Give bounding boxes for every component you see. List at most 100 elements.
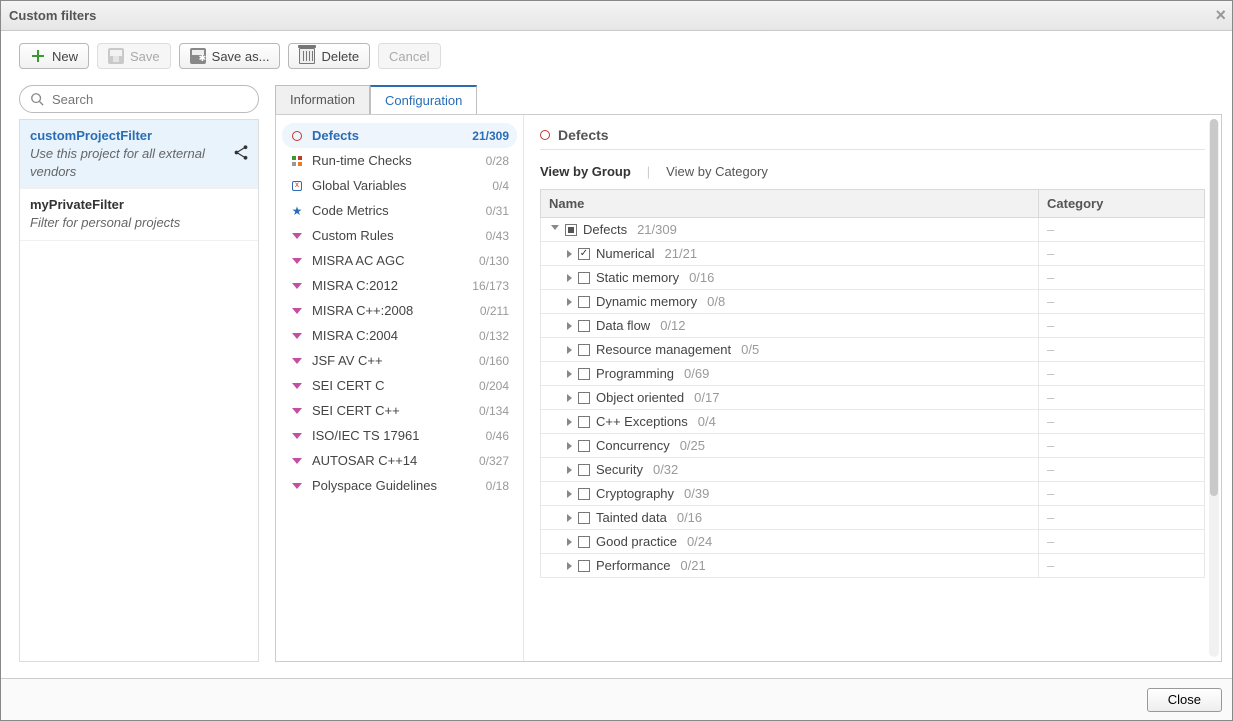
search-input[interactable] bbox=[50, 91, 248, 108]
filter-item-1[interactable]: myPrivateFilterFilter for personal proje… bbox=[20, 189, 258, 241]
tree-checkbox[interactable] bbox=[578, 296, 590, 308]
view-by-group[interactable]: View by Group bbox=[540, 164, 631, 179]
category-count: 0/46 bbox=[486, 429, 509, 443]
tree-row[interactable]: Cryptography 0/39 – bbox=[541, 482, 1205, 506]
close-button[interactable]: Close bbox=[1147, 688, 1222, 712]
footer: Close bbox=[1, 678, 1232, 720]
category-item-polyspace[interactable]: Polyspace Guidelines0/18 bbox=[282, 473, 517, 498]
tree-checkbox[interactable] bbox=[578, 416, 590, 428]
tree-toggle-icon[interactable] bbox=[567, 442, 572, 450]
tree-row[interactable]: Data flow 0/12 – bbox=[541, 314, 1205, 338]
tree-row-root[interactable]: Defects 21/309 – bbox=[541, 218, 1205, 242]
view-by-separator: | bbox=[647, 164, 650, 179]
tree-checkbox[interactable] bbox=[578, 368, 590, 380]
category-item-misraacagc[interactable]: MISRA AC AGC0/130 bbox=[282, 248, 517, 273]
category-item-misrac2004[interactable]: MISRA C:20040/132 bbox=[282, 323, 517, 348]
tree-row[interactable]: Static memory 0/16 – bbox=[541, 266, 1205, 290]
save-as-icon bbox=[190, 48, 206, 64]
tree-row[interactable]: Good practice 0/24 – bbox=[541, 530, 1205, 554]
tree-checkbox[interactable] bbox=[578, 560, 590, 572]
category-count: 0/327 bbox=[479, 454, 509, 468]
tree-row[interactable]: Object oriented 0/17 – bbox=[541, 386, 1205, 410]
tree-checkbox[interactable] bbox=[578, 392, 590, 404]
new-button[interactable]: New bbox=[19, 43, 89, 69]
tree-toggle-icon[interactable] bbox=[567, 370, 572, 378]
scrollbar-thumb[interactable] bbox=[1210, 119, 1218, 496]
runtime-icon bbox=[290, 154, 304, 168]
category-label: Custom Rules bbox=[312, 228, 480, 243]
col-category-header[interactable]: Category bbox=[1039, 190, 1205, 218]
category-item-metrics[interactable]: ★Code Metrics0/31 bbox=[282, 198, 517, 223]
tree-count: 0/16 bbox=[689, 270, 714, 285]
tree-checkbox[interactable] bbox=[578, 440, 590, 452]
category-item-seic[interactable]: SEI CERT C0/204 bbox=[282, 373, 517, 398]
category-item-misracpp08[interactable]: MISRA C++:20080/211 bbox=[282, 298, 517, 323]
tree-checkbox[interactable] bbox=[578, 464, 590, 476]
tree-row[interactable]: Programming 0/69 – bbox=[541, 362, 1205, 386]
tree-checkbox[interactable] bbox=[578, 320, 590, 332]
category-count: 0/160 bbox=[479, 354, 509, 368]
tree-row[interactable]: Numerical 21/21 – bbox=[541, 242, 1205, 266]
tree-toggle-icon[interactable] bbox=[567, 394, 572, 402]
tree-checkbox[interactable] bbox=[578, 248, 590, 260]
tree-toggle-icon[interactable] bbox=[567, 418, 572, 426]
body: customProjectFilterUse this project for … bbox=[1, 79, 1232, 678]
category-cell: – bbox=[1047, 534, 1054, 549]
tree-toggle-icon[interactable] bbox=[567, 490, 572, 498]
category-label: Global Variables bbox=[312, 178, 486, 193]
tab-configuration[interactable]: Configuration bbox=[370, 85, 477, 115]
tabs: Information Configuration bbox=[275, 85, 1222, 114]
tree-checkbox[interactable] bbox=[578, 512, 590, 524]
search-box[interactable] bbox=[19, 85, 259, 113]
category-label: MISRA C:2004 bbox=[312, 328, 473, 343]
tree-label: Static memory bbox=[596, 270, 679, 285]
tree-row[interactable]: Tainted data 0/16 – bbox=[541, 506, 1205, 530]
tree-count: 0/12 bbox=[660, 318, 685, 333]
tree-count: 0/5 bbox=[741, 342, 759, 357]
category-item-misrac2012[interactable]: MISRA C:201216/173 bbox=[282, 273, 517, 298]
tree-checkbox[interactable] bbox=[565, 224, 577, 236]
save-as-button[interactable]: Save as... bbox=[179, 43, 281, 69]
tree-row[interactable]: Performance 0/21 – bbox=[541, 554, 1205, 578]
category-item-seicpp[interactable]: SEI CERT C++0/134 bbox=[282, 398, 517, 423]
col-name-header[interactable]: Name bbox=[541, 190, 1039, 218]
tree-toggle-icon[interactable] bbox=[567, 538, 572, 546]
category-item-runtime[interactable]: Run-time Checks0/28 bbox=[282, 148, 517, 173]
tree-toggle-icon[interactable] bbox=[567, 466, 572, 474]
tree-row[interactable]: Dynamic memory 0/8 – bbox=[541, 290, 1205, 314]
tree-checkbox[interactable] bbox=[578, 272, 590, 284]
category-item-autosar[interactable]: AUTOSAR C++140/327 bbox=[282, 448, 517, 473]
tree-checkbox[interactable] bbox=[578, 488, 590, 500]
share-icon[interactable] bbox=[232, 144, 250, 165]
tree-toggle-icon[interactable] bbox=[567, 346, 572, 354]
tree-row[interactable]: Security 0/32 – bbox=[541, 458, 1205, 482]
delete-button[interactable]: Delete bbox=[288, 43, 370, 69]
category-item-globals[interactable]: Global Variables0/4 bbox=[282, 173, 517, 198]
scrollbar-vertical[interactable] bbox=[1209, 119, 1219, 657]
filter-item-0[interactable]: customProjectFilterUse this project for … bbox=[20, 120, 258, 189]
tree-checkbox[interactable] bbox=[578, 536, 590, 548]
tree-row[interactable]: Resource management 0/5 – bbox=[541, 338, 1205, 362]
category-item-isoiec[interactable]: ISO/IEC TS 179610/46 bbox=[282, 423, 517, 448]
tree-row[interactable]: C++ Exceptions 0/4 – bbox=[541, 410, 1205, 434]
tree-toggle-icon[interactable] bbox=[567, 250, 572, 258]
right-column: Information Configuration Defects21/309R… bbox=[275, 85, 1222, 662]
tree-toggle-icon[interactable] bbox=[567, 322, 572, 330]
tree-row[interactable]: Concurrency 0/25 – bbox=[541, 434, 1205, 458]
save-button-label: Save bbox=[130, 49, 160, 64]
tree-toggle-icon[interactable] bbox=[551, 225, 559, 234]
category-item-jsf[interactable]: JSF AV C++0/160 bbox=[282, 348, 517, 373]
category-item-custom[interactable]: Custom Rules0/43 bbox=[282, 223, 517, 248]
tree-checkbox[interactable] bbox=[578, 344, 590, 356]
close-icon[interactable]: × bbox=[1215, 5, 1226, 26]
tree-toggle-icon[interactable] bbox=[567, 514, 572, 522]
view-by-category[interactable]: View by Category bbox=[666, 164, 768, 179]
tree-toggle-icon[interactable] bbox=[567, 562, 572, 570]
titlebar: Custom filters × bbox=[1, 1, 1232, 31]
tree-count: 0/17 bbox=[694, 390, 719, 405]
tree-toggle-icon[interactable] bbox=[567, 298, 572, 306]
tree-toggle-icon[interactable] bbox=[567, 274, 572, 282]
tab-information[interactable]: Information bbox=[275, 85, 370, 115]
pink-icon bbox=[290, 229, 304, 243]
category-item-defects[interactable]: Defects21/309 bbox=[282, 123, 517, 148]
